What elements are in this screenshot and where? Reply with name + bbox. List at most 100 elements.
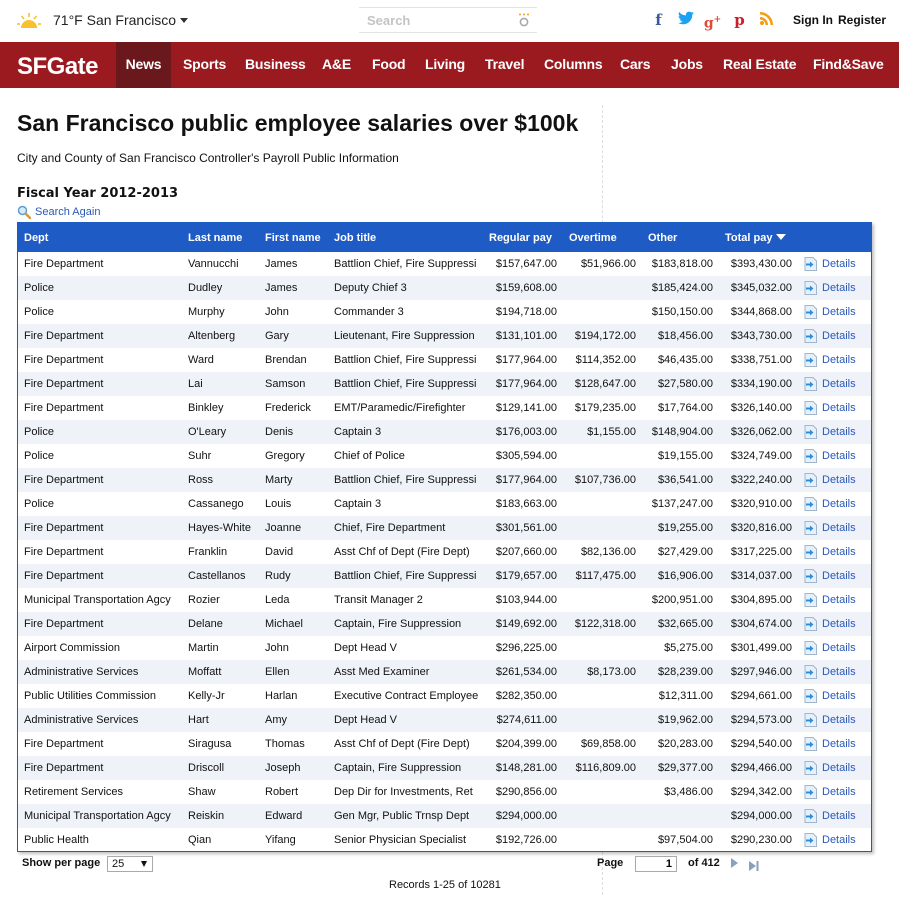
nav-item-jobs[interactable]: Jobs <box>663 42 711 88</box>
details-link[interactable]: Details <box>804 737 865 751</box>
page-number-input[interactable] <box>635 856 677 872</box>
facebook-icon[interactable]: f <box>645 11 672 33</box>
details-label[interactable]: Details <box>822 498 856 510</box>
column-header-job-title[interactable]: Job title <box>328 223 483 252</box>
cell-first-name: Gary <box>259 324 328 348</box>
details-label[interactable]: Details <box>822 834 856 846</box>
sfgate-logo[interactable]: SFGate <box>17 53 99 81</box>
details-label[interactable]: Details <box>822 450 856 462</box>
cell-first-name: Denis <box>259 420 328 444</box>
details-link[interactable]: Details <box>804 809 865 823</box>
details-link[interactable]: Details <box>804 401 865 415</box>
sign-in-link[interactable]: Sign In <box>793 13 833 27</box>
details-link[interactable]: Details <box>804 641 865 655</box>
details-link[interactable]: Details <box>804 713 865 727</box>
details-label[interactable]: Details <box>822 618 856 630</box>
table-row: Fire Department Castellanos Rudy Battlion C… <box>18 564 871 588</box>
search-again-label[interactable]: Search Again <box>35 206 100 218</box>
search-icon[interactable] <box>518 13 530 27</box>
details-link[interactable]: Details <box>804 833 865 847</box>
nav-item-real-estate[interactable]: Real Estate <box>715 42 804 88</box>
details-label[interactable]: Details <box>822 714 856 726</box>
details-label[interactable]: Details <box>822 354 856 366</box>
nav-item-columns[interactable]: Columns <box>536 42 611 88</box>
column-header-dept[interactable]: Dept <box>18 223 182 252</box>
chevron-down-icon[interactable] <box>180 17 189 23</box>
details-label[interactable]: Details <box>822 474 856 486</box>
details-label[interactable]: Details <box>822 378 856 390</box>
details-link[interactable]: Details <box>804 569 865 583</box>
details-label[interactable]: Details <box>822 282 856 294</box>
details-link[interactable]: Details <box>804 497 865 511</box>
details-label[interactable]: Details <box>822 738 856 750</box>
details-label[interactable]: Details <box>822 570 856 582</box>
details-link[interactable]: Details <box>804 257 865 271</box>
details-label[interactable]: Details <box>822 762 856 774</box>
details-link[interactable]: Details <box>804 521 865 535</box>
details-label[interactable]: Details <box>822 642 856 654</box>
details-link[interactable]: Details <box>804 425 865 439</box>
nav-item-news[interactable]: News <box>116 42 171 88</box>
column-header-regular-pay[interactable]: Regular pay <box>483 223 563 252</box>
register-link[interactable]: Register <box>838 13 886 27</box>
search-again-link[interactable]: Search Again <box>17 205 100 220</box>
details-label[interactable]: Details <box>822 330 856 342</box>
details-label[interactable]: Details <box>822 810 856 822</box>
details-link[interactable]: Details <box>804 665 865 679</box>
google-plus-icon[interactable]: g+ <box>699 11 726 33</box>
details-label[interactable]: Details <box>822 306 856 318</box>
per-page-select[interactable]: 25 <box>107 856 153 872</box>
nav-item-cars[interactable]: Cars <box>612 42 658 88</box>
details-label[interactable]: Details <box>822 666 856 678</box>
nav-item-sports[interactable]: Sports <box>175 42 234 88</box>
details-link[interactable]: Details <box>804 617 865 631</box>
twitter-icon[interactable] <box>672 11 699 33</box>
cell-total-pay: $304,674.00 <box>719 612 798 636</box>
column-header-other[interactable]: Other <box>642 223 719 252</box>
details-label[interactable]: Details <box>822 426 856 438</box>
details-link[interactable]: Details <box>804 305 865 319</box>
nav-item-ae[interactable]: A&E <box>314 42 359 88</box>
column-header-first-name[interactable]: First name <box>259 223 328 252</box>
details-link[interactable]: Details <box>804 593 865 607</box>
details-link[interactable]: Details <box>804 761 865 775</box>
details-label[interactable]: Details <box>822 546 856 558</box>
cell-last-name: Reiskin <box>182 804 259 828</box>
details-link[interactable]: Details <box>804 545 865 559</box>
nav-item-travel[interactable]: Travel <box>477 42 532 88</box>
details-link[interactable]: Details <box>804 689 865 703</box>
details-link[interactable]: Details <box>804 329 865 343</box>
nav-item-business[interactable]: Business <box>237 42 314 88</box>
details-label[interactable]: Details <box>822 522 856 534</box>
weather-widget[interactable]: 71°F San Francisco <box>17 8 189 32</box>
weather-location[interactable]: 71°F San Francisco <box>53 12 176 28</box>
document-arrow-icon <box>804 785 817 799</box>
next-page-icon[interactable] <box>731 858 738 868</box>
details-link[interactable]: Details <box>804 473 865 487</box>
details-link[interactable]: Details <box>804 785 865 799</box>
cell-first-name: Ellen <box>259 660 328 684</box>
column-header-overtime[interactable]: Overtime <box>563 223 642 252</box>
cell-first-name: Yifang <box>265 834 296 846</box>
details-label[interactable]: Details <box>822 786 856 798</box>
search-input[interactable] <box>359 8 499 32</box>
details-label[interactable]: Details <box>822 594 856 606</box>
details-link[interactable]: Details <box>804 353 865 367</box>
table-row: Fire Department Siragusa Thomas Asst Chf of… <box>18 732 871 756</box>
details-label[interactable]: Details <box>822 258 856 270</box>
details-link[interactable]: Details <box>804 449 865 463</box>
details-label[interactable]: Details <box>822 690 856 702</box>
rss-icon[interactable] <box>753 11 780 33</box>
last-page-icon[interactable] <box>749 858 759 871</box>
cell-overtime: $107,736.00 <box>563 468 642 492</box>
pinterest-icon[interactable]: p <box>726 11 753 33</box>
cell-other: $16,906.00 <box>642 564 719 588</box>
details-link[interactable]: Details <box>804 281 865 295</box>
nav-item-living[interactable]: Living <box>417 42 473 88</box>
nav-item-food[interactable]: Food <box>364 42 413 88</box>
column-header-total-pay[interactable]: Total pay <box>719 223 798 252</box>
details-link[interactable]: Details <box>804 377 865 391</box>
nav-item-find-save[interactable]: Find&Save <box>805 42 892 88</box>
details-label[interactable]: Details <box>822 402 856 414</box>
column-header-last-name[interactable]: Last name <box>182 223 259 252</box>
